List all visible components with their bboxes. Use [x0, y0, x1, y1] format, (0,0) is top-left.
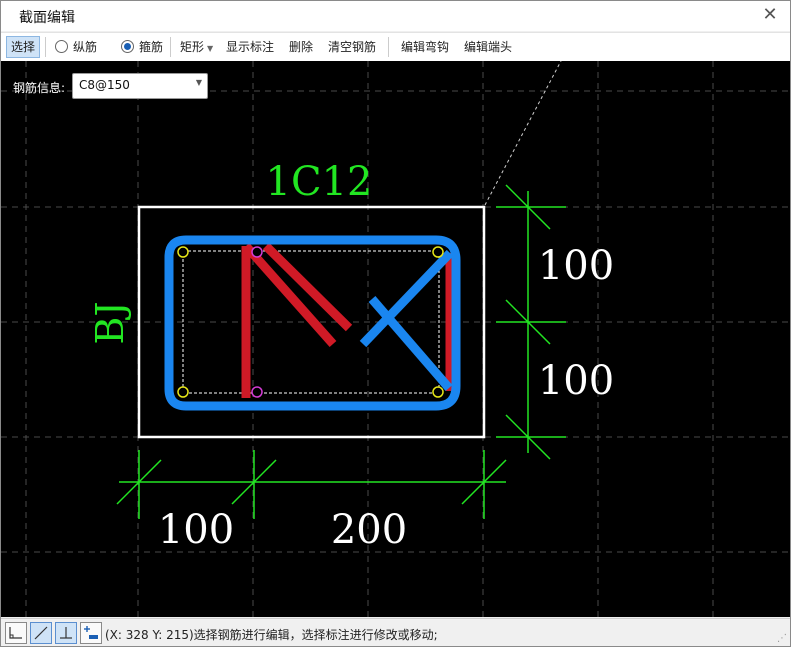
dimension-lines-right[interactable]	[496, 184, 566, 460]
dim-right-upper[interactable]: 100	[538, 243, 614, 289]
corner-bar[interactable]	[432, 246, 444, 258]
window-title: 截面编辑	[19, 10, 75, 26]
rebar-info-value: C8@150	[79, 78, 130, 92]
corner-bar[interactable]	[432, 386, 444, 398]
rebar-info-label: 钢筋信息:	[13, 81, 66, 95]
corner-bar[interactable]	[177, 386, 189, 398]
section-drawing[interactable]: 1C12 BJ 100 100 100 200	[1, 61, 790, 617]
dim-bottom-left[interactable]: 100	[158, 507, 234, 553]
side-bar[interactable]	[251, 386, 263, 398]
caret-down-icon: ▼	[207, 44, 214, 53]
toolbar-divider	[45, 37, 46, 57]
status-text: (X: 328 Y: 215)选择钢筋进行编辑，选择标注进行修改或移动;	[105, 628, 438, 642]
rect-label: 矩形	[180, 40, 205, 54]
rebar-info-select[interactable]: C8@150 ▼	[72, 73, 208, 99]
edit-hook-button[interactable]: 编辑弯钩	[401, 37, 449, 57]
dim-bottom-right[interactable]: 200	[331, 507, 407, 553]
line-icon[interactable]	[30, 622, 52, 644]
ortho-icon[interactable]	[5, 622, 27, 644]
status-bar: (X: 328 Y: 215)选择钢筋进行编辑，选择标注进行修改或移动; ⋰	[1, 618, 790, 646]
top-rebar-label[interactable]: 1C12	[266, 159, 373, 205]
stirrup-label: 箍筋	[139, 40, 164, 54]
section-edit-window: 截面编辑 ✕ 选择 纵筋 箍筋 矩形 ▼ 显示标注 删除 清空钢筋 编辑弯钩 编辑…	[0, 0, 791, 647]
show-annotation-button[interactable]: 显示标注	[226, 37, 274, 57]
corner-bar[interactable]	[177, 246, 189, 258]
toolbar-divider	[170, 37, 171, 57]
close-icon[interactable]: ✕	[760, 5, 780, 25]
stirrup-radio[interactable]: 箍筋	[121, 37, 163, 57]
resize-grip-icon[interactable]: ⋰	[777, 633, 787, 644]
radio-on-icon	[121, 40, 134, 53]
dim-right-lower[interactable]: 100	[538, 358, 614, 404]
rect-dropdown[interactable]: 矩形 ▼	[180, 37, 213, 57]
toolbar: 选择 纵筋 箍筋 矩形 ▼ 显示标注 删除 清空钢筋 编辑弯钩 编辑端头	[1, 32, 790, 62]
edit-end-button[interactable]: 编辑端头	[464, 37, 512, 57]
select-button[interactable]: 选择	[6, 36, 41, 58]
side-rebar-label[interactable]: BJ	[88, 301, 132, 344]
delete-button[interactable]: 删除	[289, 37, 313, 57]
drawing-canvas[interactable]: 1C12 BJ 100 100 100 200 钢筋信息: C8@150 ▼	[1, 61, 790, 617]
clear-rebar-button[interactable]: 清空钢筋	[328, 37, 376, 57]
radio-off-icon	[55, 40, 68, 53]
toolbar-divider	[388, 37, 389, 57]
side-bar[interactable]	[251, 246, 263, 258]
title-bar: 截面编辑 ✕	[1, 1, 790, 31]
caret-down-icon: ▼	[195, 78, 202, 87]
longitudinal-radio[interactable]: 纵筋	[55, 37, 97, 57]
longitudinal-label: 纵筋	[73, 40, 98, 54]
perpendicular-icon[interactable]	[55, 622, 77, 644]
leader-line	[484, 61, 562, 206]
stirrup-hook[interactable]	[368, 296, 453, 391]
add-icon[interactable]	[80, 622, 102, 644]
